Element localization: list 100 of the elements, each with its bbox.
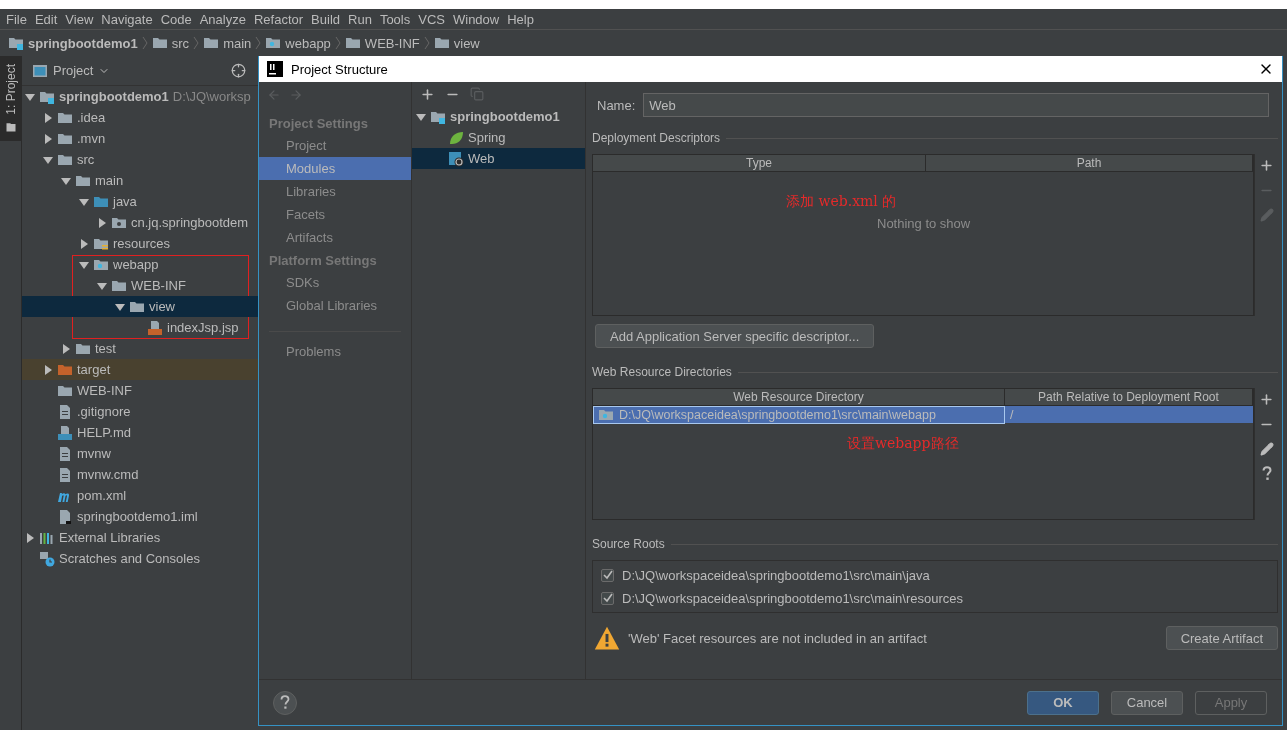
add-descriptor-button[interactable]: Add Application Server specific descriptor... — [595, 324, 875, 348]
checkbox[interactable] — [601, 568, 614, 582]
nav-item[interactable]: Libraries — [259, 180, 411, 203]
tree-item[interactable]: springbootdemo1 D:\JQ\worksp — [22, 86, 258, 107]
menu-item[interactable]: Edit — [30, 11, 62, 27]
tree-item[interactable]: Web — [412, 148, 585, 169]
pencil-icon[interactable] — [1259, 442, 1274, 456]
help-button[interactable] — [273, 690, 297, 715]
tree-item-label: main — [95, 173, 124, 188]
tree-item[interactable]: target — [22, 359, 258, 380]
tree-item-label: test — [95, 341, 116, 356]
menu-item[interactable]: View — [61, 11, 98, 27]
name-field[interactable]: Web — [643, 93, 1269, 117]
column-header[interactable]: Web Resource Directory — [593, 389, 1005, 406]
add-icon[interactable] — [1259, 158, 1274, 173]
expanded-arrow-icon[interactable] — [25, 91, 35, 102]
column-header[interactable]: Path — [926, 155, 1253, 172]
dialog-button[interactable]: OK — [1027, 690, 1099, 715]
menu-item[interactable]: File — [2, 11, 31, 27]
breadcrumb[interactable]: main — [223, 35, 252, 51]
menu-item[interactable]: VCS — [414, 11, 449, 27]
tree-item[interactable]: .gitignore — [22, 401, 258, 422]
menu-item[interactable]: Code — [156, 11, 196, 27]
tree-item[interactable]: springbootdemo1 — [412, 106, 585, 127]
add-icon[interactable] — [420, 86, 435, 102]
tree-item[interactable]: mvnw.cmd — [22, 464, 258, 485]
dialog-button[interactable]: Cancel — [1111, 690, 1183, 715]
menu-item[interactable]: Help — [503, 11, 538, 27]
source-root-path: D:\JQ\workspaceidea\springbootdemo1\src\main\resources — [622, 590, 964, 606]
tree-item-label: webapp — [113, 257, 159, 272]
nav-item[interactable]: Artifacts — [259, 226, 411, 249]
menu-item[interactable]: Run — [344, 11, 376, 27]
checkbox[interactable] — [601, 591, 614, 605]
menu-item[interactable]: Tools — [375, 11, 415, 27]
tree-item[interactable]: java — [22, 191, 258, 212]
breadcrumb[interactable]: springbootdemo1 — [28, 35, 138, 51]
collapsed-arrow-icon[interactable] — [79, 238, 89, 249]
tree-item-label: springbootdemo1 — [59, 89, 169, 104]
tree-item-label: view — [149, 299, 175, 314]
breadcrumb[interactable]: WEB-INF — [364, 35, 420, 51]
tree-item[interactable]: main — [22, 170, 258, 191]
add-icon[interactable] — [1259, 392, 1274, 407]
tree-item-label: src — [77, 152, 95, 167]
table-cell-text: / — [1009, 407, 1015, 424]
help-icon[interactable] — [1261, 466, 1272, 481]
tree-item[interactable]: WEB-INF — [22, 275, 258, 296]
jsp-file-icon — [147, 319, 163, 336]
tree-item[interactable]: indexJsp.jsp — [22, 317, 258, 338]
menu-item[interactable]: Navigate — [97, 11, 157, 27]
menu-item[interactable]: Window — [448, 11, 504, 27]
tree-item[interactable]: WEB-INF — [22, 380, 258, 401]
column-header[interactable]: Type — [593, 155, 926, 172]
nav-item[interactable]: Project — [259, 134, 411, 157]
collapsed-arrow-icon[interactable] — [43, 112, 53, 123]
expanded-arrow-icon[interactable] — [43, 154, 53, 165]
tree-item-label: .mvn — [77, 131, 106, 146]
expanded-arrow-icon[interactable] — [61, 175, 71, 186]
collapsed-arrow-icon[interactable] — [25, 532, 35, 543]
tool-window-tab[interactable]: 1: Project — [0, 56, 21, 141]
tree-item[interactable]: src — [22, 149, 258, 170]
nav-item[interactable]: Facets — [259, 203, 411, 226]
menu-item[interactable]: Refactor — [249, 11, 308, 27]
tree-item[interactable]: .idea — [22, 107, 258, 128]
text-file-icon — [57, 466, 73, 483]
tree-item[interactable]: springbootdemo1.iml — [22, 506, 258, 527]
nav-item[interactable]: SDKs — [259, 271, 411, 294]
nav-item[interactable]: Global Libraries — [259, 294, 411, 317]
tree-item-label: Spring — [468, 130, 506, 145]
collapsed-arrow-icon[interactable] — [61, 343, 71, 354]
web-folder-icon — [598, 407, 614, 423]
collapsed-arrow-icon[interactable] — [43, 133, 53, 144]
panel-title[interactable]: Project — [53, 63, 94, 78]
tree-item[interactable]: Spring — [412, 127, 585, 148]
tree-item[interactable]: pom.xml — [22, 485, 258, 506]
tree-item[interactable]: mvnw — [22, 443, 258, 464]
tree-item[interactable]: test — [22, 338, 258, 359]
expanded-arrow-icon[interactable] — [115, 301, 125, 312]
tree-item[interactable]: webapp — [22, 254, 258, 275]
expanded-arrow-icon[interactable] — [416, 111, 426, 122]
breadcrumb[interactable]: view — [453, 35, 480, 51]
expanded-arrow-icon[interactable] — [97, 280, 107, 291]
nav-item[interactable]: Problems — [259, 340, 411, 363]
create-artifact-button[interactable]: Create Artifact — [1165, 626, 1278, 650]
collapsed-arrow-icon[interactable] — [43, 364, 53, 375]
menu-item[interactable]: Build — [307, 11, 344, 27]
tree-item[interactable]: view — [22, 296, 258, 317]
tree-item[interactable]: cn.jq.springbootdem — [22, 212, 258, 233]
tree-item[interactable]: HELP.md — [22, 422, 258, 443]
breadcrumb[interactable]: src — [171, 35, 190, 51]
collapsed-arrow-icon[interactable] — [97, 217, 107, 228]
tree-item[interactable]: .mvn — [22, 128, 258, 149]
column-header[interactable]: Path Relative to Deployment Root — [1005, 389, 1253, 406]
expanded-arrow-icon[interactable] — [79, 196, 89, 207]
menu-item[interactable]: Analyze — [195, 11, 250, 27]
expanded-arrow-icon[interactable] — [79, 259, 89, 270]
locate-icon[interactable] — [231, 63, 246, 78]
tree-item[interactable]: External Libraries — [22, 527, 258, 548]
tree-item[interactable]: resources — [22, 233, 258, 254]
breadcrumb[interactable]: webapp — [285, 35, 331, 51]
tree-item[interactable]: Scratches and Consoles — [22, 548, 258, 569]
